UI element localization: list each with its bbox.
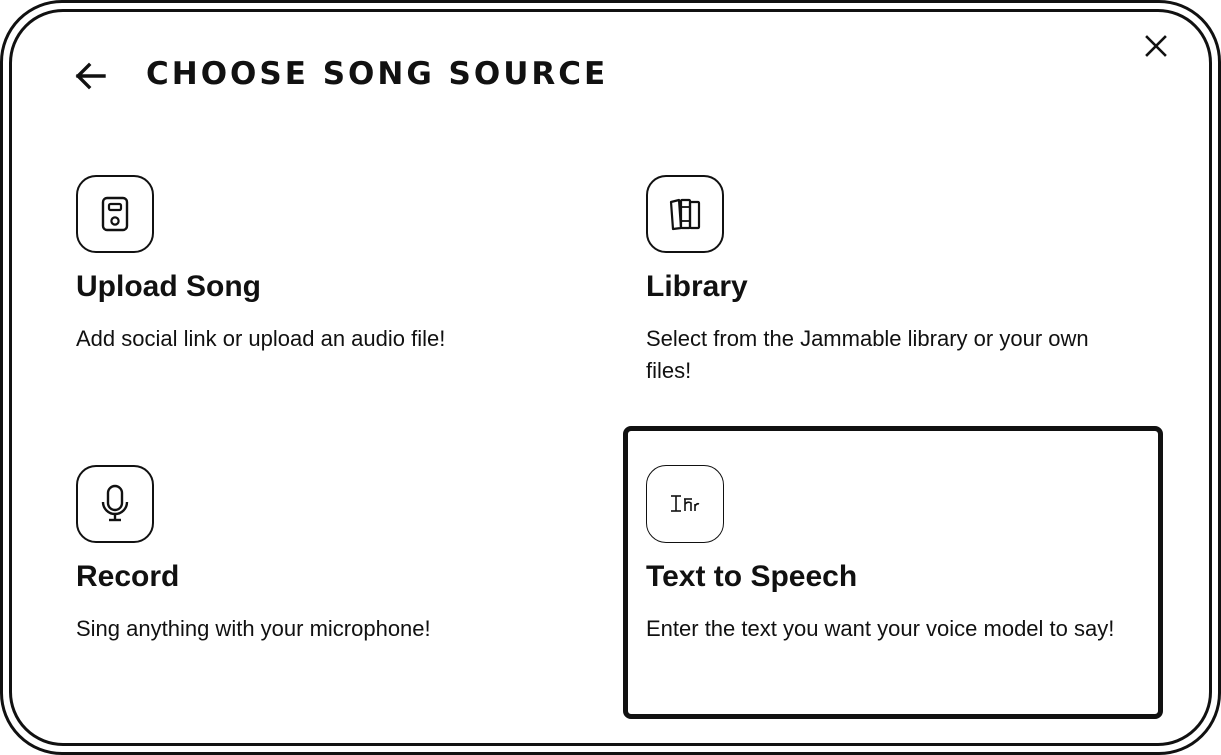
library-books-icon (669, 198, 701, 231)
microphone-icon (101, 484, 129, 522)
option-title: Library (646, 270, 748, 303)
option-description: Enter the text you want your voice model… (646, 616, 1115, 641)
record-icon-box (76, 465, 154, 543)
option-description: Sing anything with your microphone! (76, 616, 431, 641)
option-title: Upload Song (76, 270, 261, 303)
option-record[interactable]: Record Sing anything with your microphon… (66, 455, 586, 685)
option-text-to-speech[interactable]: Text to Speech Enter the text you want y… (623, 426, 1163, 719)
back-button[interactable] (70, 58, 110, 94)
audio-device-icon (101, 196, 129, 232)
option-title: Record (76, 560, 180, 593)
dialog-title: CHOOSE SONG SOURCE (146, 56, 609, 92)
tts-icon-box (646, 465, 724, 543)
arrow-left-icon (75, 62, 106, 90)
option-description: Add social link or upload an audio file! (76, 326, 446, 351)
close-button[interactable] (1140, 30, 1172, 62)
upload-icon-box (76, 175, 154, 253)
library-icon-box (646, 175, 724, 253)
close-icon (1145, 35, 1167, 57)
option-upload-song[interactable]: Upload Song Add social link or upload an… (66, 165, 586, 395)
text-icon (671, 495, 700, 512)
option-library[interactable]: Library Select from the Jammable library… (636, 165, 1156, 395)
option-title: Text to Speech (646, 560, 858, 593)
option-description: Select from the Jammable library or your… (646, 326, 1089, 383)
